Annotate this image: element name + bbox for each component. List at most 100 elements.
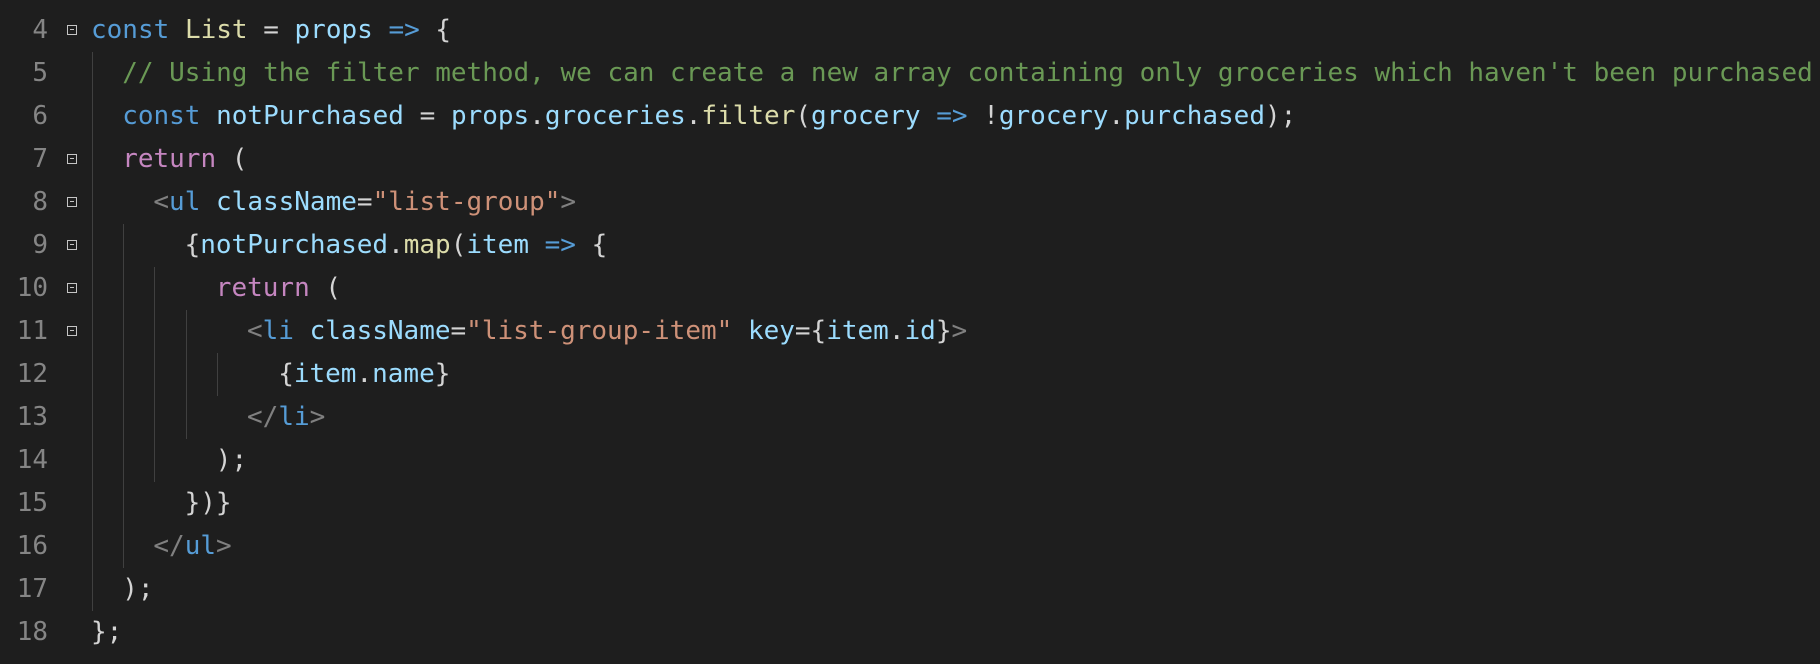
code-token: {	[278, 359, 294, 389]
code-token: (	[309, 273, 342, 303]
indent-guide	[185, 310, 187, 439]
line-number: 6	[32, 101, 48, 131]
code-line[interactable]: 14);	[0, 439, 1820, 482]
line-number: 14	[16, 445, 48, 475]
code-token: purchased	[1124, 101, 1265, 131]
code-line[interactable]: 12 {item.name}	[0, 353, 1820, 396]
code-token: li	[262, 316, 294, 346]
code-token: item	[826, 316, 889, 346]
code-text: );	[122, 568, 153, 611]
indent-guide	[154, 267, 156, 482]
indent-guide	[123, 224, 125, 568]
code-token: (	[450, 230, 467, 260]
code-token: =	[247, 15, 295, 45]
code-editor[interactable]: 4 const List = props => {5// Using the fi…	[0, 0, 1820, 664]
fold-toggle-icon[interactable]	[67, 240, 77, 250]
code-line[interactable]: 16 </ul>	[0, 525, 1820, 568]
fold-toggle-icon[interactable]	[67, 154, 77, 164]
code-text: };	[91, 611, 122, 654]
code-token: =	[403, 101, 451, 131]
code-token: item	[293, 359, 357, 389]
code-text: const List = props => {	[91, 9, 451, 52]
code-line[interactable]: 13 </li>	[0, 396, 1820, 439]
code-line[interactable]: 10 return (	[0, 267, 1820, 310]
code-token: className	[309, 316, 451, 346]
code-token: groceries	[544, 101, 686, 131]
code-text: {item.name}	[278, 353, 450, 396]
code-token: id	[904, 316, 936, 346]
fold-toggle-icon[interactable]	[67, 283, 77, 293]
line-number: 8	[32, 187, 48, 217]
code-token: <	[153, 187, 170, 217]
code-token: List	[184, 15, 248, 45]
line-number: 10	[16, 273, 48, 303]
code-text: </ul>	[153, 525, 231, 568]
indent-guide	[92, 52, 93, 611]
code-line[interactable]: 9 {notPurchased.map(item => {	[0, 224, 1820, 267]
code-token: return	[215, 273, 310, 303]
code-token: {	[184, 230, 201, 260]
code-line[interactable]: 17);	[0, 568, 1820, 611]
code-token: }	[935, 316, 952, 346]
code-token: map	[403, 230, 451, 260]
code-token: (	[795, 101, 811, 131]
code-token: .	[888, 316, 905, 346]
code-token: filter	[701, 101, 796, 131]
fold-toggle-icon[interactable]	[67, 326, 77, 336]
code-token: );	[215, 445, 248, 475]
code-line[interactable]: 8 <ul className="list-group">	[0, 181, 1820, 224]
code-token: </	[247, 402, 279, 432]
code-text: );	[216, 439, 247, 482]
code-line[interactable]: 5 // Using the filter method, we can crea…	[0, 52, 1820, 95]
code-token: grocery	[998, 101, 1109, 131]
code-token: props	[294, 15, 373, 45]
code-token: }	[434, 359, 451, 389]
code-token: notPurchased	[200, 230, 389, 260]
code-token: // Using the filter method, we can creat…	[122, 58, 1813, 88]
code-text: {notPurchased.map(item => {	[185, 224, 608, 267]
code-token: "list-group-item"	[466, 316, 733, 346]
line-number: 9	[32, 230, 48, 260]
code-token: };	[91, 617, 123, 647]
code-token: .	[1108, 101, 1125, 131]
code-text: <li className="list-group-item" key={ite…	[247, 310, 967, 353]
indent-guide	[216, 353, 218, 396]
line-number: 12	[16, 359, 48, 389]
code-token: (	[216, 144, 248, 174]
code-token: ul	[184, 531, 217, 561]
code-text: <ul className="list-group">	[153, 181, 576, 224]
code-token: ul	[169, 187, 201, 217]
code-text: })}	[185, 482, 232, 525]
fold-toggle-icon[interactable]	[67, 25, 77, 35]
line-number: 15	[16, 488, 48, 518]
code-token: =	[356, 187, 373, 217]
line-number: 17	[16, 574, 48, 604]
code-token: .	[529, 101, 545, 131]
code-text: const notPurchased = props.groceries.fil…	[122, 95, 1296, 138]
code-token: className	[216, 187, 357, 217]
code-line[interactable]: 15})}	[0, 482, 1820, 525]
code-token: >	[216, 531, 232, 561]
code-token: =	[450, 316, 467, 346]
line-number: 11	[16, 316, 48, 346]
code-line[interactable]: 7 return (	[0, 138, 1820, 181]
code-text: </li>	[247, 396, 325, 439]
code-token: >	[309, 402, 326, 432]
code-token: .	[388, 230, 404, 260]
fold-toggle-icon[interactable]	[67, 197, 77, 207]
code-line[interactable]: 11 <li className="list-group-item" key={i…	[0, 310, 1820, 353]
code-line[interactable]: 6 const notPurchased = props.groceries.fi…	[0, 95, 1820, 138]
code-text: // Using the filter method, we can creat…	[122, 52, 1813, 95]
code-token: })}	[184, 488, 232, 518]
line-number: 13	[16, 402, 48, 432]
code-token: item	[466, 230, 529, 260]
line-number: 16	[16, 531, 48, 561]
code-token: =>	[936, 101, 968, 131]
code-line[interactable]: 18};	[0, 611, 1820, 654]
code-token: const	[91, 15, 170, 45]
code-text: return (	[122, 138, 247, 181]
code-line[interactable]: 4 const List = props => {	[0, 9, 1820, 52]
